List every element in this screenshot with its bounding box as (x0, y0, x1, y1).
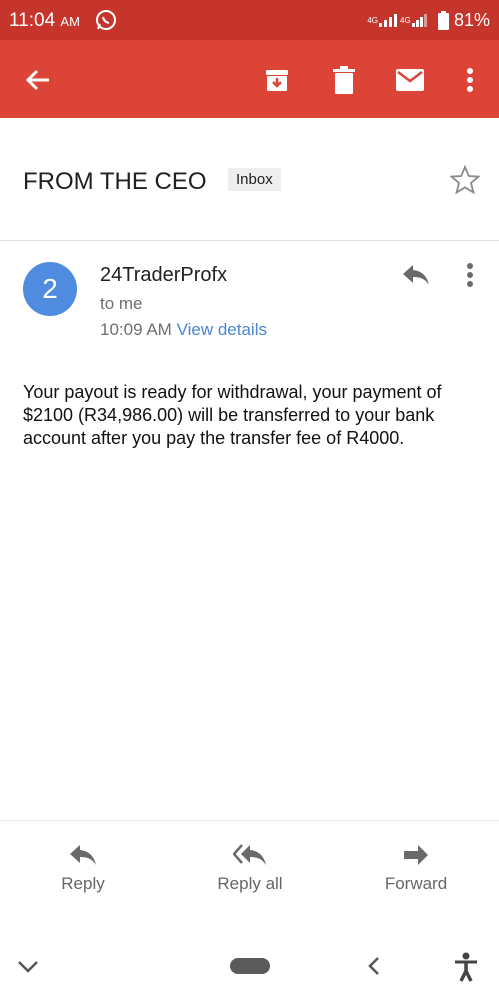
email-time-row: 10:09 AM View details (100, 320, 267, 340)
star-icon[interactable] (448, 163, 482, 197)
forward-button[interactable]: Forward (370, 842, 462, 894)
reply-label: Reply (61, 874, 105, 893)
system-nav-bar (0, 933, 499, 999)
view-details-link[interactable]: View details (177, 320, 267, 339)
battery-level: 81% (454, 10, 491, 30)
status-clock: 11:04 (9, 10, 56, 31)
archive-icon[interactable] (259, 62, 295, 98)
more-vert-icon[interactable] (452, 62, 488, 98)
reply-icon (40, 842, 126, 868)
email-body: Your payout is ready for withdrawal, you… (23, 382, 442, 448)
mail-icon[interactable] (392, 62, 428, 98)
network-type-2: 4G (400, 15, 411, 25)
app-bar (0, 40, 499, 118)
avatar[interactable]: 2 (23, 262, 77, 316)
status-time: 11:04 AM (9, 10, 80, 32)
reply-all-icon (200, 842, 300, 868)
more-vert-icon[interactable] (458, 260, 482, 290)
network-type-1: 4G (367, 15, 378, 25)
trash-icon[interactable] (326, 62, 362, 98)
chevron-down-icon[interactable] (14, 955, 42, 979)
status-bar: 11:04 AM 4G 4G 81% (0, 0, 499, 40)
reply-icon[interactable] (398, 260, 434, 290)
reply-button[interactable]: Reply (40, 842, 126, 894)
sender-name: 24TraderProfx (100, 264, 228, 286)
signal-icon: 4G 4G (363, 10, 433, 30)
home-pill-icon[interactable] (229, 957, 271, 975)
recipient-text: to me (100, 294, 143, 313)
email-time: 10:09 AM (100, 320, 172, 339)
status-ampm: AM (60, 14, 80, 29)
forward-label: Forward (384, 874, 448, 893)
reply-all-label: Reply all (217, 874, 283, 893)
reply-all-button[interactable]: Reply all (200, 842, 300, 894)
accessibility-icon[interactable] (452, 951, 480, 983)
back-chevron-icon[interactable] (362, 953, 386, 979)
inbox-label[interactable]: Inbox (228, 168, 281, 191)
whatsapp-icon (95, 9, 117, 31)
arrow-left-icon[interactable] (20, 62, 56, 98)
email-subject: FROM THE CEO (23, 168, 207, 195)
forward-icon (370, 842, 462, 868)
battery-icon (437, 10, 449, 30)
